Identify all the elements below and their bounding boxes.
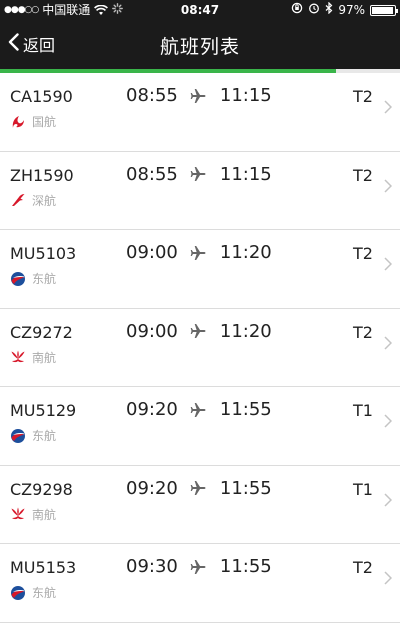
departure-time: 09:20 xyxy=(126,399,178,420)
alarm-icon xyxy=(308,0,320,20)
flight-list: CA1590 国航 08:55 11:15 T2 ZH1590 深航 08:55 11:15 T2… xyxy=(0,73,400,623)
battery-icon xyxy=(370,4,398,16)
departure-time: 08:55 xyxy=(126,163,178,185)
page-title: 航班列表 xyxy=(159,36,240,58)
arrival-time: 11:15 xyxy=(219,163,272,185)
departure-time: 09:00 xyxy=(126,320,178,342)
chevron-right-icon xyxy=(384,492,392,507)
departure-time: 09:00 xyxy=(126,242,178,263)
flight-times: 09:00 11:20 xyxy=(126,321,272,342)
battery-percent: 97% xyxy=(338,3,365,17)
flight-number: ZH1590 xyxy=(10,165,74,185)
airline-name: 深航 xyxy=(32,193,57,208)
flight-number: CZ9298 xyxy=(10,479,73,499)
terminal: T2 xyxy=(353,244,373,263)
terminal: T2 xyxy=(353,165,373,185)
airline-name: 南航 xyxy=(32,507,57,522)
departure-time: 09:20 xyxy=(126,477,178,499)
status-bar: ●●●○○ 中国联通 08:47 97% xyxy=(0,0,400,20)
flight-number: CA1590 xyxy=(10,87,73,106)
arrival-time: 11:15 xyxy=(219,85,272,106)
chevron-right-icon xyxy=(384,571,392,585)
airline-name: 南航 xyxy=(32,350,57,365)
flight-number: MU5103 xyxy=(10,244,77,263)
plane-icon xyxy=(190,245,206,261)
plane-icon xyxy=(190,166,206,182)
arrival-time: 11:55 xyxy=(219,477,272,499)
airline-name: 东航 xyxy=(32,586,57,600)
arrival-time: 11:20 xyxy=(219,242,272,263)
rotation-lock-icon xyxy=(291,0,303,20)
flight-number: MU5153 xyxy=(10,558,77,577)
airline: 南航 xyxy=(10,506,56,523)
chevron-right-icon xyxy=(384,100,392,114)
air-china-logo xyxy=(10,114,26,130)
departure-time: 09:30 xyxy=(126,556,178,577)
airline-name: 国航 xyxy=(32,115,57,129)
terminal: T2 xyxy=(353,87,373,106)
flight-row[interactable]: CZ9298 南航 09:20 11:55 T1 xyxy=(0,466,400,544)
flight-row[interactable]: MU5153 东航 09:30 11:55 T2 xyxy=(0,544,400,623)
terminal: T1 xyxy=(353,479,373,499)
shenzhen-airlines-logo xyxy=(10,192,26,208)
plane-icon xyxy=(190,323,206,339)
china-eastern-logo xyxy=(10,585,26,601)
plane-icon xyxy=(190,559,206,575)
airline-name: 东航 xyxy=(32,272,57,286)
chevron-right-icon xyxy=(384,178,392,193)
flight-times: 08:55 11:15 xyxy=(126,164,272,185)
flight-row[interactable]: CA1590 国航 08:55 11:15 T2 xyxy=(0,73,400,152)
china-eastern-logo xyxy=(10,271,26,287)
flight-row[interactable]: CZ9272 南航 09:00 11:20 T2 xyxy=(0,309,400,387)
navigation-bar: 返回 航班列表 xyxy=(0,20,400,69)
flight-times: 09:00 11:20 xyxy=(126,242,272,263)
arrival-time: 11:55 xyxy=(219,556,272,577)
flight-times: 08:55 11:15 xyxy=(126,85,272,106)
departure-time: 08:55 xyxy=(126,85,178,106)
arrival-time: 11:20 xyxy=(219,320,272,342)
airline: 东航 xyxy=(10,270,56,287)
terminal: T2 xyxy=(353,558,373,577)
plane-icon xyxy=(190,88,206,104)
chevron-right-icon xyxy=(384,414,392,428)
flight-number: MU5129 xyxy=(10,401,77,420)
arrival-time: 11:55 xyxy=(219,399,272,420)
chevron-right-icon xyxy=(384,257,392,271)
terminal: T1 xyxy=(353,401,373,420)
airline: 国航 xyxy=(10,113,56,130)
china-southern-logo xyxy=(10,349,26,365)
flight-times: 09:20 11:55 xyxy=(126,399,272,420)
airline: 南航 xyxy=(10,349,56,366)
plane-icon xyxy=(190,480,206,496)
china-eastern-logo xyxy=(10,428,26,444)
airline: 东航 xyxy=(10,584,56,601)
chevron-right-icon xyxy=(384,335,392,350)
flight-times: 09:30 11:55 xyxy=(126,556,272,577)
flight-number: CZ9272 xyxy=(10,322,73,342)
flight-row[interactable]: MU5103 东航 09:00 11:20 T2 xyxy=(0,230,400,309)
plane-icon xyxy=(190,402,206,418)
status-right: 97% xyxy=(291,0,398,20)
airline-name: 东航 xyxy=(32,429,57,443)
bluetooth-icon xyxy=(325,0,333,20)
flight-row[interactable]: MU5129 东航 09:20 11:55 T1 xyxy=(0,387,400,466)
terminal: T2 xyxy=(353,322,373,342)
battery-fill xyxy=(372,6,393,14)
flight-times: 09:20 11:55 xyxy=(126,478,272,499)
airline: 东航 xyxy=(10,427,56,444)
flight-row[interactable]: ZH1590 深航 08:55 11:15 T2 xyxy=(0,152,400,230)
china-southern-logo xyxy=(10,506,26,522)
airline: 深航 xyxy=(10,192,56,209)
